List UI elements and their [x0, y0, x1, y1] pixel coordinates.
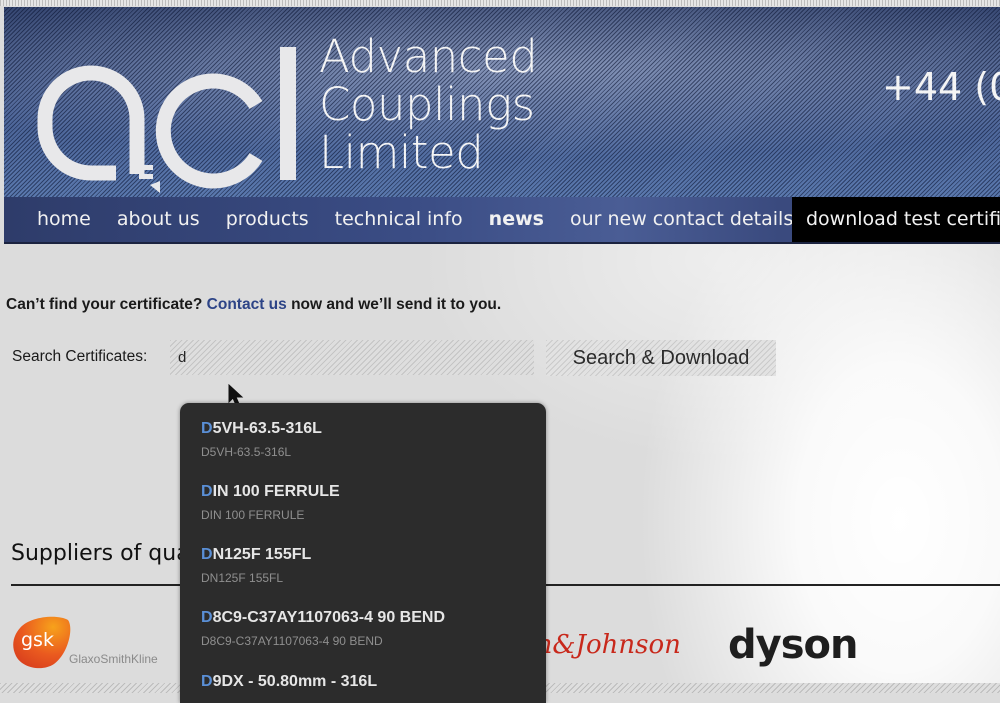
- search-certificates-input[interactable]: [170, 340, 534, 375]
- autocomplete-item[interactable]: DIN 100 FERRULE DIN 100 FERRULE: [201, 483, 340, 522]
- autocomplete-item-rest: IN 100 FERRULE: [212, 483, 340, 500]
- search-download-button[interactable]: Search & Download: [546, 340, 776, 376]
- notice-text-after: now and we’ll send it to you.: [286, 296, 502, 313]
- autocomplete-item-title: D9DX - 50.80mm - 316L: [201, 673, 377, 691]
- notice-text-before: Can’t find your certificate?: [6, 296, 207, 313]
- svg-text:gsk: gsk: [21, 629, 54, 651]
- autocomplete-item-title: DN125F 155FL: [201, 546, 311, 564]
- autocomplete-item-subtitle: D5VH-63.5-316L: [201, 445, 292, 459]
- autocomplete-item-rest: 9DX - 50.80mm - 316L: [212, 673, 378, 690]
- autocomplete-item[interactable]: DN125F 155FL DN125F 155FL: [201, 546, 311, 585]
- company-name-line: Limited: [319, 126, 484, 179]
- gsk-logo-icon: gsk: [13, 616, 71, 669]
- nav-home[interactable]: home: [4, 197, 104, 242]
- autocomplete-item-title: D5VH-63.5-316L: [201, 420, 322, 438]
- nav-download-certificates[interactable]: download test certific: [792, 197, 1000, 242]
- nav-products[interactable]: products: [213, 197, 322, 242]
- autocomplete-item-subtitle: DN125F 155FL: [201, 571, 284, 585]
- autocomplete-item-rest: N125F 155FL: [212, 546, 312, 563]
- match-highlight: D: [201, 673, 213, 690]
- match-highlight: D: [201, 546, 213, 563]
- main-nav: home about us products technical info ne…: [4, 197, 1000, 244]
- gsk-name: GlaxoSmithKline: [69, 652, 158, 666]
- certificate-notice: Can’t find your certificate? Contact us …: [6, 296, 501, 314]
- suppliers-heading: Suppliers of qua: [11, 541, 190, 566]
- site-header: Advanced Couplings Limited +44 (0: [4, 7, 1000, 197]
- autocomplete-item-subtitle: D8C9-C37AY1107063-4 90 BEND: [201, 634, 383, 648]
- nav-about-us[interactable]: about us: [104, 197, 213, 242]
- match-highlight: D: [201, 483, 213, 500]
- contact-us-link[interactable]: Contact us: [207, 296, 287, 313]
- match-highlight: D: [201, 609, 213, 626]
- dyson-logo: dyson: [728, 622, 858, 668]
- nav-technical-info[interactable]: technical info: [322, 197, 476, 242]
- autocomplete-item-title: D8C9-C37AY1107063-4 90 BEND: [201, 609, 445, 627]
- search-label: Search Certificates:: [12, 348, 148, 365]
- company-name: Advanced Couplings Limited: [319, 30, 538, 179]
- autocomplete-item-rest: 5VH-63.5-316L: [212, 420, 322, 437]
- autocomplete-dropdown: D5VH-63.5-316L D5VH-63.5-316L DIN 100 FE…: [180, 403, 546, 703]
- top-border: [0, 0, 1000, 6]
- autocomplete-item-title: DIN 100 FERRULE: [201, 483, 340, 501]
- acl-logo-icon[interactable]: [32, 47, 302, 197]
- match-highlight: D: [201, 420, 213, 437]
- autocomplete-item[interactable]: D5VH-63.5-316L D5VH-63.5-316L: [201, 420, 322, 459]
- nav-news[interactable]: news: [476, 197, 557, 242]
- autocomplete-item-subtitle: DIN 100 FERRULE: [201, 508, 305, 522]
- nav-contact-details[interactable]: our new contact details: [557, 197, 806, 242]
- autocomplete-item-rest: 8C9-C37AY1107063-4 90 BEND: [212, 609, 446, 626]
- autocomplete-item[interactable]: D9DX - 50.80mm - 316L: [201, 673, 377, 691]
- autocomplete-item[interactable]: D8C9-C37AY1107063-4 90 BEND D8C9-C37AY11…: [201, 609, 445, 648]
- company-name-line: Couplings: [319, 78, 535, 131]
- company-name-line: Advanced: [319, 30, 538, 83]
- phone-number: +44 (0: [882, 65, 1000, 109]
